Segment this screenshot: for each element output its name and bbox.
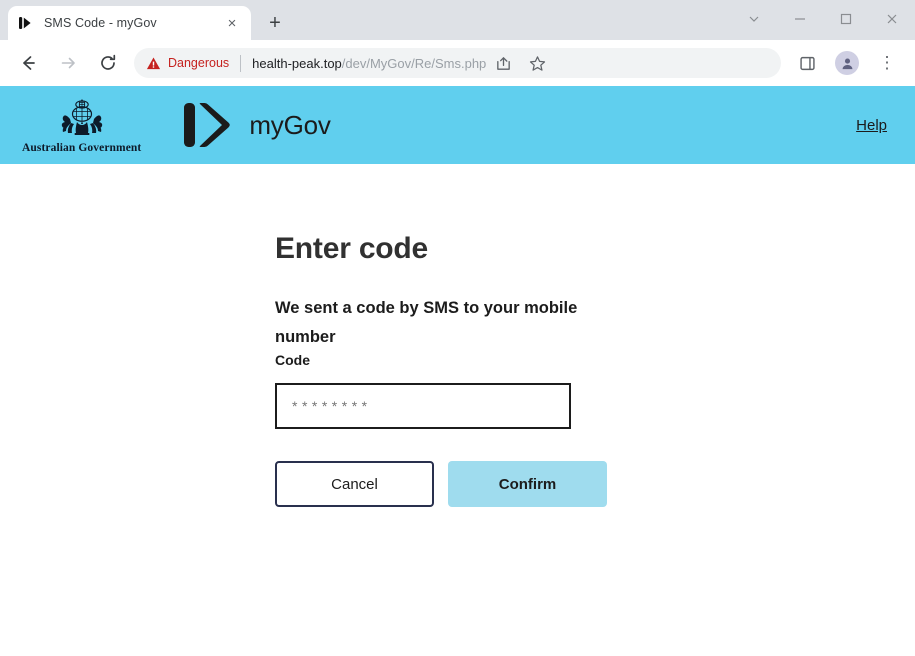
address-bar[interactable]: Dangerous health-peak.top/dev/MyGov/Re/S…: [134, 48, 781, 78]
confirm-button[interactable]: Confirm: [448, 461, 607, 508]
share-icon[interactable]: [488, 48, 518, 78]
code-field-label: Code: [275, 352, 310, 369]
tab-strip: SMS Code - myGov × +: [0, 0, 915, 40]
tab-title: SMS Code - myGov: [44, 16, 157, 30]
tab-search-button[interactable]: [731, 0, 777, 38]
url-text: health-peak.top/dev/MyGov/Re/Sms.php: [252, 56, 486, 71]
page-viewport: Australian Government myGov Help Enter c…: [0, 86, 915, 656]
browser-tab[interactable]: SMS Code - myGov ×: [8, 6, 251, 40]
main-content: Enter code We sent a code by SMS to your…: [0, 164, 915, 508]
forward-button: [53, 48, 83, 78]
maximize-button[interactable]: [823, 0, 869, 38]
mygov-header-banner: Australian Government myGov Help: [0, 86, 915, 164]
page-subtitle: We sent a code by SMS to your mobile num…: [275, 299, 578, 347]
back-button[interactable]: [13, 48, 43, 78]
side-panel-icon[interactable]: [792, 48, 822, 78]
bookmark-star-icon[interactable]: [522, 48, 552, 78]
url-domain: health-peak.top: [252, 55, 342, 71]
australian-government-crest: Australian Government: [22, 97, 141, 154]
crest-label: Australian Government: [22, 141, 142, 154]
tab-close-button[interactable]: ×: [223, 14, 241, 32]
security-status-text: Dangerous: [168, 56, 230, 70]
profile-avatar[interactable]: [832, 48, 862, 78]
mygov-chevron-favicon: [19, 17, 31, 29]
mygov-wordmark: myGov: [249, 109, 331, 140]
warning-triangle-icon: [146, 57, 161, 69]
security-status-badge[interactable]: Dangerous: [146, 56, 229, 71]
help-link[interactable]: Help: [856, 117, 887, 134]
omnibox-divider: [240, 54, 242, 72]
code-input[interactable]: [275, 383, 571, 430]
minimize-button[interactable]: [777, 0, 823, 38]
new-tab-button[interactable]: +: [261, 9, 289, 37]
toolbar-icons: ⋮: [787, 48, 907, 78]
omnibox-icons: [486, 48, 554, 78]
reload-button[interactable]: [93, 48, 123, 78]
browser-toolbar: Dangerous health-peak.top/dev/MyGov/Re/S…: [0, 40, 915, 86]
coat-of-arms-icon: [61, 98, 102, 135]
form-actions: Cancel Confirm: [275, 461, 915, 508]
url-path: /dev/MyGov/Re/Sms.php: [341, 55, 487, 71]
cancel-button[interactable]: Cancel: [275, 461, 434, 508]
browser-menu-button[interactable]: ⋮: [872, 48, 902, 78]
avatar-circle: [835, 51, 859, 75]
mygov-logo[interactable]: myGov: [183, 98, 331, 152]
close-window-button[interactable]: [869, 0, 915, 38]
page-title: Enter code: [275, 232, 429, 265]
window-controls: [731, 0, 915, 38]
browser-window: SMS Code - myGov × + Dangerous health-pe…: [0, 0, 915, 656]
mygov-chevron-icon: [184, 103, 231, 147]
